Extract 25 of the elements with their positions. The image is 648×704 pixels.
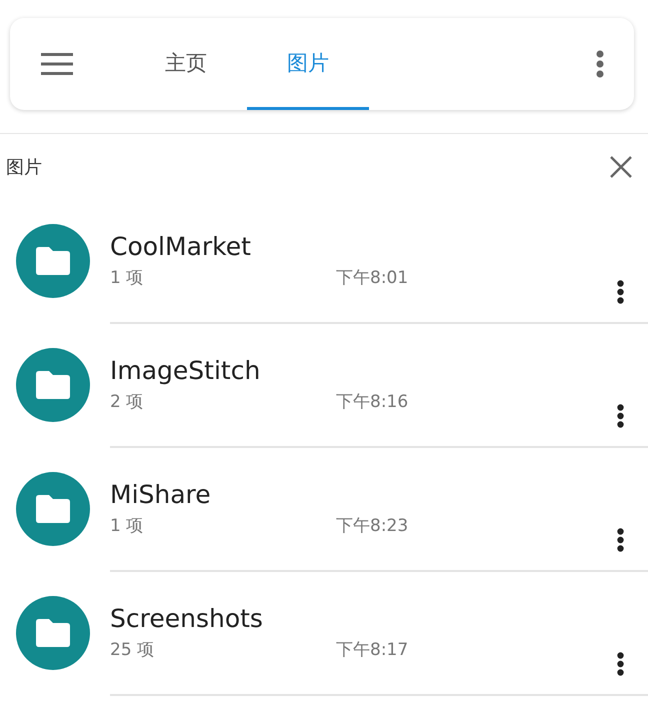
tab[interactable]: 主页 [125, 18, 247, 110]
folder-icon [36, 247, 70, 275]
item-count: 2 项 [110, 391, 144, 413]
tab[interactable]: 图片 [247, 18, 369, 110]
folder-name: ImageStitch [110, 355, 262, 387]
item-count: 1 项 [110, 515, 144, 537]
item-count: 1 项 [110, 267, 144, 289]
more-icon[interactable] [617, 280, 624, 304]
folder-name: MiShare [110, 479, 212, 511]
menu-icon[interactable] [41, 53, 73, 75]
close-icon[interactable] [610, 156, 632, 178]
folder-icon [36, 495, 70, 523]
folder-title: 图片 [6, 156, 42, 179]
folder-icon [36, 371, 70, 399]
item-count: 25 项 [110, 639, 156, 661]
modified-time: 下午8:23 [336, 515, 408, 537]
folder-icon [36, 619, 70, 647]
modified-time: 下午8:01 [336, 267, 408, 289]
folder-name: CoolMarket [110, 231, 252, 263]
modified-time: 下午8:17 [336, 639, 408, 661]
more-icon[interactable] [617, 404, 624, 428]
folder-name: Screenshots [110, 603, 264, 635]
more-icon[interactable] [617, 528, 624, 552]
more-icon[interactable] [617, 652, 624, 676]
modified-time: 下午8:16 [336, 391, 408, 413]
